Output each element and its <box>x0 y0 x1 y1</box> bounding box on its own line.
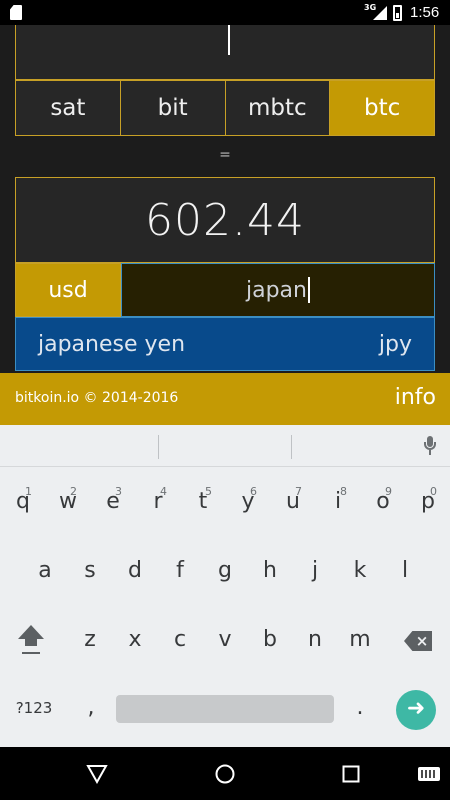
info-button[interactable]: info <box>395 385 436 410</box>
soft-keyboard: 1q 2w 3e 4r 5t 6y 7u 8i 9o 0p a s d f g … <box>0 425 450 747</box>
status-bar: 3G 1:56 <box>0 0 450 25</box>
key-e[interactable]: 3e <box>98 485 128 514</box>
currency-suggestion[interactable]: japanese yen jpy <box>15 317 435 371</box>
key-f[interactable]: f <box>165 558 195 583</box>
key-k[interactable]: k <box>345 558 375 583</box>
suggestion-code: jpy <box>378 331 412 357</box>
key-p[interactable]: 0p <box>413 485 443 514</box>
amount-input[interactable] <box>15 25 435 80</box>
key-y[interactable]: 6y <box>233 485 263 514</box>
network-type: 3G <box>364 3 377 12</box>
key-i[interactable]: 8i <box>323 485 353 514</box>
key-o[interactable]: 9o <box>368 485 398 514</box>
backspace-icon[interactable]: × <box>404 631 432 651</box>
copyright-text: bitkoin.io © 2014-2016 <box>15 390 179 406</box>
period-key[interactable]: . <box>345 695 375 720</box>
equals-sign: = <box>219 147 231 163</box>
key-j[interactable]: j <box>300 558 330 583</box>
text-cursor <box>307 277 310 303</box>
currency-search-text: japan <box>246 277 307 303</box>
unit-selector: sat bit mbtc btc <box>15 80 435 136</box>
navigation-bar <box>0 747 450 800</box>
keyboard-suggestion-strip <box>0 425 450 467</box>
key-d[interactable]: d <box>120 558 150 583</box>
result-value: 602.44 <box>145 194 305 246</box>
key-n[interactable]: n <box>300 627 330 652</box>
key-x[interactable]: x <box>120 627 150 652</box>
key-a[interactable]: a <box>30 558 60 583</box>
shift-icon[interactable] <box>18 625 44 657</box>
key-h[interactable]: h <box>255 558 285 583</box>
suggestion-divider <box>158 435 159 459</box>
unit-mbtc-button[interactable]: mbtc <box>225 81 331 135</box>
home-circle-icon[interactable] <box>214 763 236 785</box>
converter-screen: sat bit mbtc btc = 602.44 usd japan japa… <box>0 25 450 373</box>
key-s[interactable]: s <box>75 558 105 583</box>
currency-code-button[interactable]: usd <box>15 263 121 317</box>
key-t[interactable]: 5t <box>188 485 218 514</box>
arrow-right-icon[interactable]: ➜ <box>396 690 436 730</box>
symbols-key[interactable]: ?123 <box>8 699 60 717</box>
result-display: 602.44 <box>15 177 435 263</box>
key-v[interactable]: v <box>210 627 240 652</box>
key-w[interactable]: 2w <box>53 485 83 514</box>
key-b[interactable]: b <box>255 627 285 652</box>
suggestion-name: japanese yen <box>38 331 186 357</box>
clock: 1:56 <box>410 4 440 21</box>
key-r[interactable]: 4r <box>143 485 173 514</box>
suggestion-divider <box>291 435 292 459</box>
keyboard-icon[interactable] <box>418 767 440 781</box>
key-z[interactable]: z <box>75 627 105 652</box>
sd-card-icon <box>10 5 22 20</box>
currency-search-input[interactable]: japan <box>121 263 435 317</box>
comma-key[interactable]: , <box>76 695 106 720</box>
microphone-icon[interactable] <box>424 436 436 458</box>
key-l[interactable]: l <box>390 558 420 583</box>
back-triangle-icon[interactable] <box>86 764 108 784</box>
key-c[interactable]: c <box>165 627 195 652</box>
battery-icon <box>393 5 402 21</box>
text-cursor <box>228 25 230 55</box>
key-m[interactable]: m <box>345 627 375 652</box>
unit-btc-button[interactable]: btc <box>330 81 434 135</box>
currency-row: usd japan <box>15 263 435 317</box>
recents-square-icon[interactable] <box>342 765 360 783</box>
footer-bar: bitkoin.io © 2014-2016 info <box>0 373 450 425</box>
key-q[interactable]: 1q <box>8 485 38 514</box>
space-bar[interactable] <box>116 695 334 723</box>
unit-bit-button[interactable]: bit <box>120 81 226 135</box>
key-u[interactable]: 7u <box>278 485 308 514</box>
unit-sat-button[interactable]: sat <box>16 81 121 135</box>
key-g[interactable]: g <box>210 558 240 583</box>
